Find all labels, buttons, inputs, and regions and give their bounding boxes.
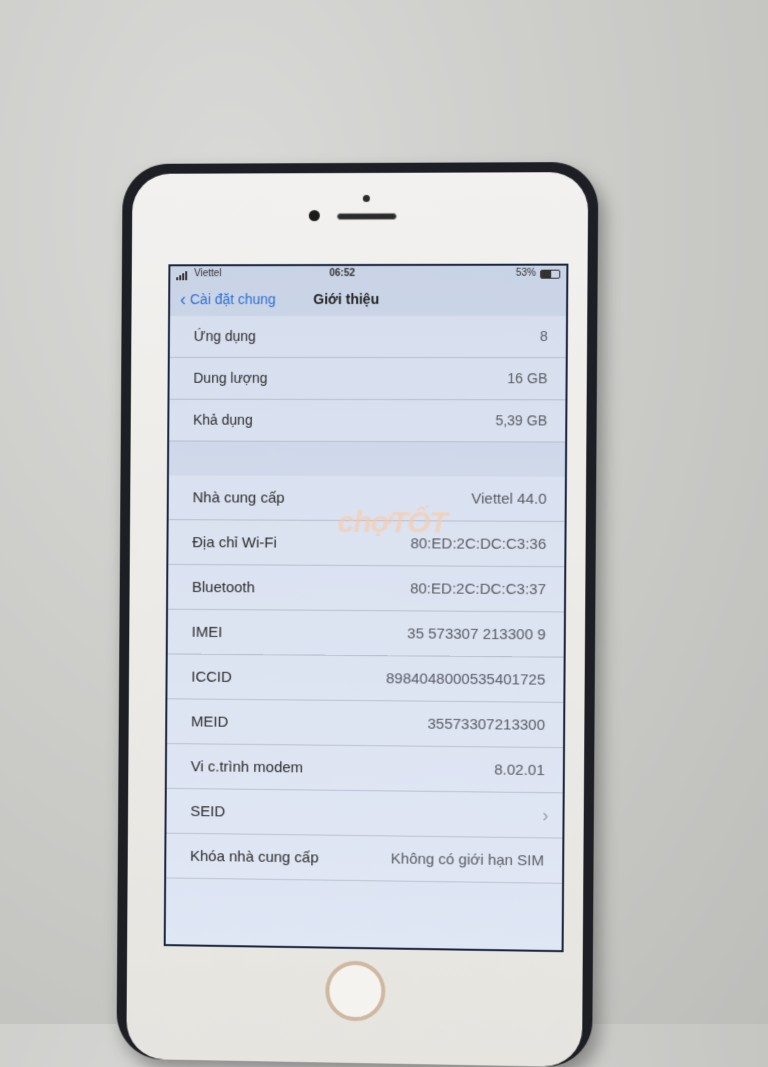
list-item: Bluetooth 80:ED:2C:DC:C3:37 xyxy=(168,564,565,613)
signal-icon xyxy=(176,271,188,281)
row-label: Bluetooth xyxy=(191,578,255,597)
list-item: Vi c.trình modem 8.02.01 xyxy=(166,744,564,794)
back-button[interactable]: ‹ Cài đặt chung xyxy=(180,289,276,310)
row-value: 8.02.01 xyxy=(494,761,545,780)
row-label: Vi c.trình modem xyxy=(190,758,304,777)
row-label: Địa chỉ Wi-Fi xyxy=(192,534,277,552)
back-label: Cài đặt chung xyxy=(189,291,276,308)
battery-icon xyxy=(540,269,561,279)
chevron-right-icon: › xyxy=(542,805,549,826)
list-item: Khả dụng 5,39 GB xyxy=(169,399,566,443)
list-item: Dung lượng 16 GB xyxy=(169,357,566,401)
home-button[interactable] xyxy=(325,960,386,1022)
row-value: 35 573307 213300 9 xyxy=(407,625,546,644)
row-label: SEID xyxy=(190,803,226,821)
list-item: Khóa nhà cung cấp Không có giới hạn SIM xyxy=(166,833,563,884)
status-time: 06:52 xyxy=(329,267,355,280)
status-bar: Viettel 06:52 53% xyxy=(170,266,566,283)
list-item: Ứng dụng 8 xyxy=(169,315,567,359)
storage-group: Ứng dụng 8 Dung lượng 16 GB Khả dụng 5,3… xyxy=(169,315,567,443)
row-label: MEID xyxy=(190,713,229,731)
row-value: Viettel 44.0 xyxy=(471,490,547,508)
row-label: Khả dụng xyxy=(193,411,253,428)
list-item: MEID 35573307213300 xyxy=(167,699,564,749)
seid-row[interactable]: SEID › xyxy=(166,788,563,839)
row-label: Dung lượng xyxy=(193,369,268,386)
front-camera xyxy=(308,210,320,222)
proximity-sensor xyxy=(362,194,370,202)
earpiece-speaker xyxy=(336,212,397,221)
row-label: Nhà cung cấp xyxy=(192,489,285,507)
carrier-name: Viettel xyxy=(194,268,222,280)
phone-case: Viettel 06:52 53% ‹ Cài đặt chung Giới t… xyxy=(116,161,599,1067)
row-value: 35573307213300 xyxy=(427,715,546,734)
row-label: ICCID xyxy=(191,668,232,686)
row-value: Không có giới hạn SIM xyxy=(390,850,545,870)
row-value: 5,39 GB xyxy=(495,412,548,429)
row-value: 8984048000535401725 xyxy=(385,670,546,689)
row-label: Ứng dụng xyxy=(193,328,256,344)
navigation-bar: ‹ Cài đặt chung Giới thiệu xyxy=(170,286,566,316)
list-item: IMEI 35 573307 213300 9 xyxy=(167,609,564,658)
phone-screen: Viettel 06:52 53% ‹ Cài đặt chung Giới t… xyxy=(163,263,569,953)
phone-body: Viettel 06:52 53% ‹ Cài đặt chung Giới t… xyxy=(126,172,589,1067)
list-item: ICCID 8984048000535401725 xyxy=(167,654,564,703)
row-value: 80:ED:2C:DC:C3:37 xyxy=(410,580,547,599)
chevron-left-icon: ‹ xyxy=(180,289,187,310)
row-label: Khóa nhà cung cấp xyxy=(190,847,319,867)
row-value: 16 GB xyxy=(507,370,548,387)
watermark-logo: chợTỐT xyxy=(337,505,448,540)
row-value: 8 xyxy=(539,327,548,345)
page-title: Giới thiệu xyxy=(313,290,380,308)
battery-percent: 53% xyxy=(515,267,537,279)
row-label: IMEI xyxy=(191,623,223,641)
